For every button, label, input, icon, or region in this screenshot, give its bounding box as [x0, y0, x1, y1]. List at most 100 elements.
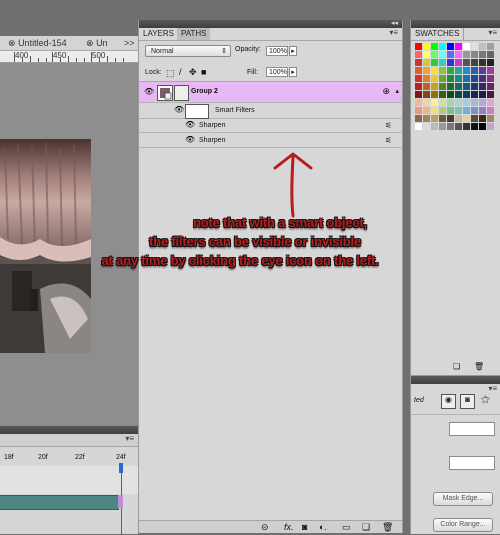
tab-paths[interactable]: PATHS [177, 28, 211, 40]
color-swatch[interactable] [415, 83, 422, 90]
color-swatch[interactable] [415, 91, 422, 98]
color-swatch[interactable] [487, 99, 494, 106]
color-swatch[interactable] [447, 83, 454, 90]
color-swatch[interactable] [487, 123, 494, 130]
filter-options-icon[interactable]: ⚟ [385, 136, 392, 145]
trash-icon[interactable]: 🗑 [474, 362, 484, 371]
color-swatch[interactable] [463, 83, 470, 90]
tab-layers[interactable]: LAYERS [139, 28, 179, 40]
color-swatch[interactable] [447, 59, 454, 66]
color-swatch[interactable] [423, 99, 430, 106]
color-swatch[interactable] [447, 51, 454, 58]
link-icon[interactable]: ⊝ [261, 522, 269, 533]
close-tab-icon[interactable]: ⊗ [8, 38, 16, 48]
color-swatch[interactable] [415, 59, 422, 66]
color-swatch[interactable] [471, 123, 478, 130]
color-swatch[interactable] [455, 107, 462, 114]
new-layer-icon[interactable]: ❏ [362, 522, 370, 533]
color-swatch[interactable] [463, 99, 470, 106]
color-swatch[interactable] [455, 75, 462, 82]
color-swatch[interactable] [471, 43, 478, 50]
color-swatch[interactable] [423, 43, 430, 50]
color-swatch[interactable] [447, 107, 454, 114]
color-swatch[interactable] [439, 123, 446, 130]
eye-icon[interactable]: 👁 [174, 105, 184, 114]
color-swatch[interactable] [415, 123, 422, 130]
pixel-mask-icon[interactable]: ◉ [441, 394, 456, 409]
color-swatch[interactable] [439, 75, 446, 82]
color-swatch[interactable] [471, 83, 478, 90]
eye-icon[interactable]: 👁 [185, 135, 195, 144]
color-swatch[interactable] [415, 51, 422, 58]
color-swatch[interactable] [455, 51, 462, 58]
color-swatch[interactable] [479, 91, 486, 98]
color-swatch[interactable] [447, 99, 454, 106]
color-swatch[interactable] [447, 115, 454, 122]
color-swatch[interactable] [455, 123, 462, 130]
color-swatch[interactable] [455, 91, 462, 98]
color-swatch[interactable] [479, 67, 486, 74]
feather-field[interactable] [449, 456, 495, 470]
color-swatch[interactable] [439, 83, 446, 90]
filter-options-icon[interactable]: ⊕ [382, 86, 390, 97]
color-swatch[interactable] [431, 91, 438, 98]
color-swatch[interactable] [471, 59, 478, 66]
color-swatch[interactable] [431, 99, 438, 106]
color-swatch[interactable] [415, 115, 422, 122]
color-swatch[interactable] [471, 75, 478, 82]
color-swatch[interactable] [431, 51, 438, 58]
color-swatch[interactable] [431, 59, 438, 66]
panel-menu-icon[interactable]: ▾≡ [389, 28, 398, 37]
panel-menu-icon[interactable]: ▾≡ [488, 384, 497, 393]
color-swatch[interactable] [471, 107, 478, 114]
eye-icon[interactable]: 👁 [144, 87, 154, 96]
layer-row-smart-filters[interactable]: 👁 Smart Filters [139, 103, 402, 119]
color-swatch[interactable] [479, 107, 486, 114]
color-swatch[interactable] [479, 123, 486, 130]
color-swatch[interactable] [487, 107, 494, 114]
color-swatch[interactable] [487, 43, 494, 50]
color-swatch[interactable] [479, 115, 486, 122]
color-swatch[interactable] [415, 67, 422, 74]
color-swatch[interactable] [487, 67, 494, 74]
fill-slider-button[interactable]: ▸ [289, 67, 297, 77]
color-swatch[interactable] [431, 67, 438, 74]
color-swatch[interactable] [455, 59, 462, 66]
color-swatch[interactable] [431, 83, 438, 90]
mask-edge-button[interactable]: Mask Edge... [433, 492, 493, 506]
new-swatch-icon[interactable]: ❏ [453, 362, 460, 371]
color-swatch[interactable] [471, 67, 478, 74]
color-swatch[interactable] [431, 75, 438, 82]
color-swatch[interactable] [439, 99, 446, 106]
color-swatch[interactable] [431, 123, 438, 130]
filter-options-icon[interactable]: ⚟ [385, 121, 392, 130]
color-swatch[interactable] [455, 115, 462, 122]
color-swatch[interactable] [415, 107, 422, 114]
timeline-track[interactable] [0, 495, 119, 510]
color-swatch[interactable] [487, 83, 494, 90]
density-field[interactable] [449, 422, 495, 436]
color-swatch[interactable] [463, 43, 470, 50]
color-swatch[interactable] [487, 75, 494, 82]
color-swatch[interactable] [439, 91, 446, 98]
color-swatch[interactable] [431, 107, 438, 114]
lock-transparency-icon[interactable]: ⬚ [166, 68, 175, 79]
color-swatch[interactable] [471, 115, 478, 122]
color-swatch[interactable] [431, 115, 438, 122]
tab-overflow-button[interactable]: >> [124, 38, 135, 48]
lock-paint-icon[interactable]: / [179, 67, 182, 77]
color-swatch[interactable] [463, 123, 470, 130]
fx-icon[interactable]: fx. [284, 522, 294, 532]
color-swatch[interactable] [463, 51, 470, 58]
color-swatch[interactable] [479, 51, 486, 58]
color-swatch[interactable] [415, 75, 422, 82]
color-swatch[interactable] [423, 67, 430, 74]
color-swatch[interactable] [447, 123, 454, 130]
color-swatch[interactable] [487, 115, 494, 122]
color-swatch[interactable] [463, 107, 470, 114]
color-swatch[interactable] [423, 91, 430, 98]
mask-icon[interactable]: ◙ [302, 522, 307, 532]
collapse-arrow-icon[interactable]: ▴ [395, 87, 399, 95]
eye-icon[interactable]: 👁 [185, 120, 195, 129]
color-swatch[interactable] [487, 51, 494, 58]
